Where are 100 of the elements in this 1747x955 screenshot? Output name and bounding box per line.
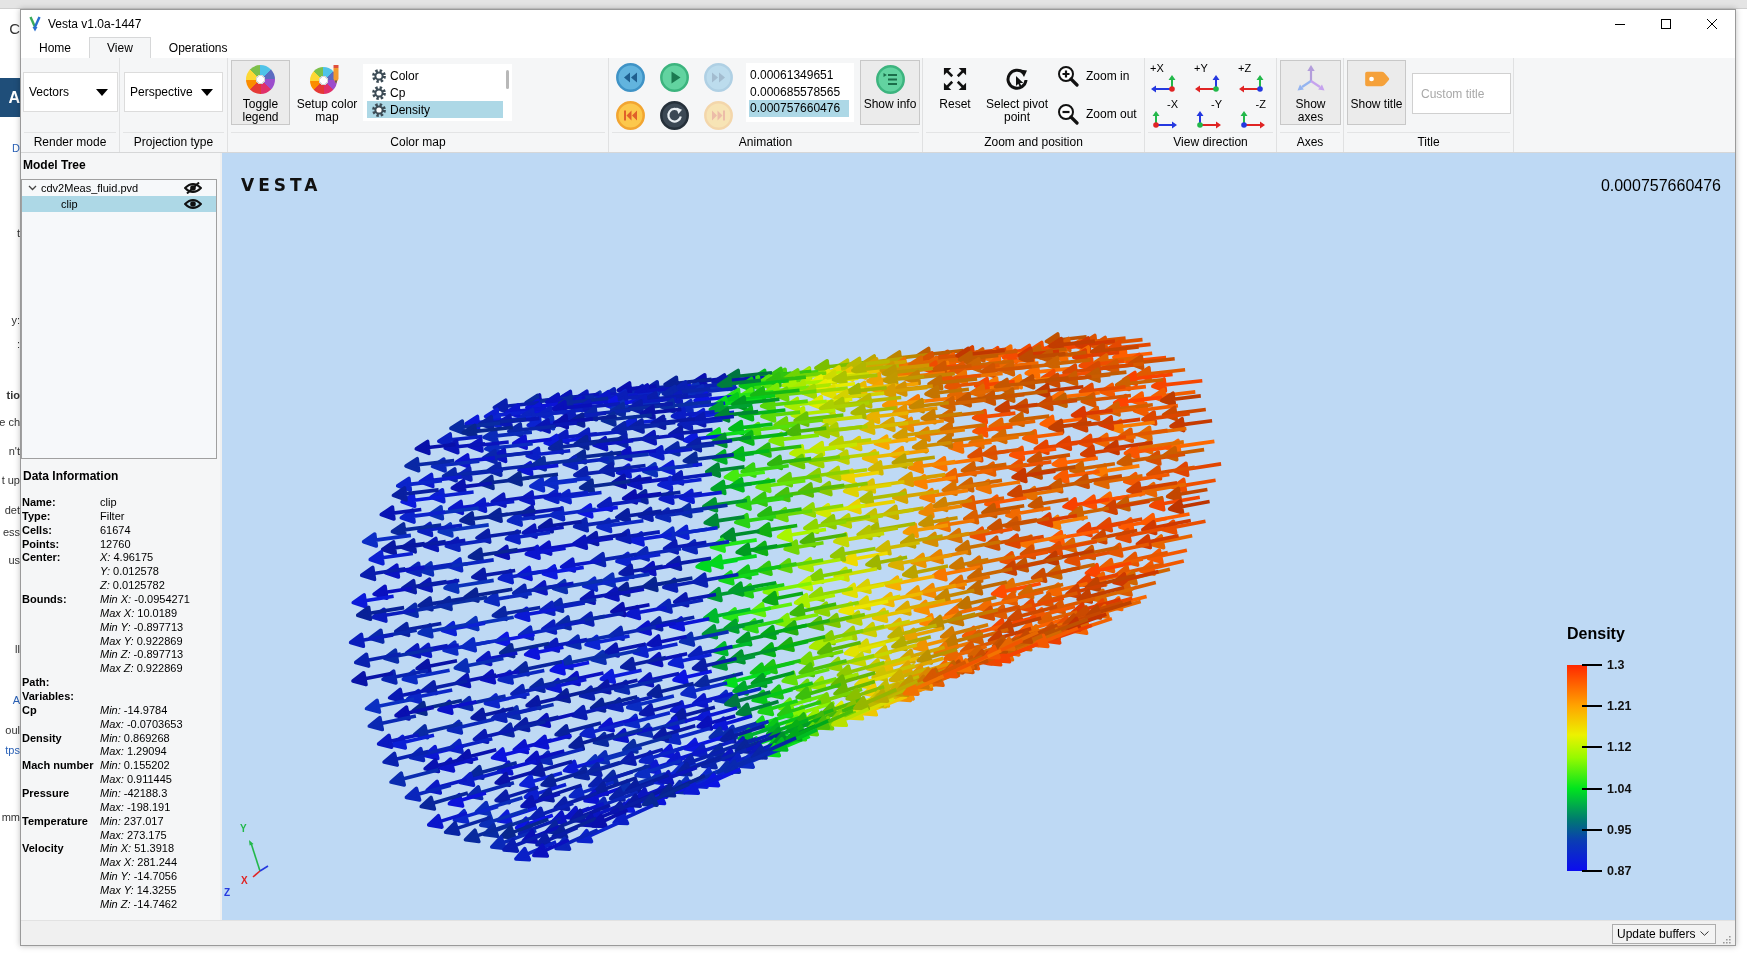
background-text-fragment: A — [0, 78, 20, 117]
color-variable-item[interactable]: Density — [367, 101, 503, 118]
info-value: Min: -42188.3 — [100, 787, 169, 801]
info-value: Y: 0.012578 — [100, 565, 160, 580]
zoom-in-button[interactable]: Zoom in — [1057, 61, 1137, 91]
select-pivot-button[interactable]: Select pivot point — [983, 60, 1051, 125]
info-label: Temperature — [22, 814, 89, 829]
panel-heading: Model Tree — [22, 157, 87, 174]
window-title: Vesta v1.0a-1447 — [48, 16, 142, 31]
close-icon — [1707, 18, 1717, 29]
eye-slash-icon[interactable] — [184, 182, 202, 194]
background-text-fragment: C — [9, 21, 20, 37]
view-direction-button[interactable]: +Z — [1234, 62, 1270, 94]
resize-grip-icon[interactable] — [1721, 934, 1731, 944]
color-map-setup-button[interactable]: Setup color map — [293, 60, 361, 125]
time-readout: 0.000757660476 — [1600, 176, 1721, 196]
background-text-fragment: D — [12, 141, 20, 156]
info-value: Min: 237.017 — [100, 814, 165, 829]
info-label: Path: — [22, 676, 51, 691]
projection-type-dropdown[interactable]: Perspective — [124, 72, 223, 112]
info-value: Min: -14.9784 — [100, 703, 169, 718]
zoom-out-button[interactable]: Zoom out — [1057, 99, 1137, 129]
background-text-fragment: ess — [2, 525, 20, 540]
color-variable-item[interactable]: Cp — [367, 84, 503, 101]
orientation-axes-drawing — [248, 839, 270, 879]
tree-item[interactable]: cdv2Meas_fluid.pvd — [22, 180, 216, 196]
timestep-item[interactable]: 0.000757660476 — [749, 100, 849, 117]
tree-item[interactable]: clip — [22, 196, 216, 212]
info-value: Max Y: 0.922869 — [100, 634, 184, 649]
timestep-item[interactable]: 0.00061349651 — [746, 67, 849, 84]
info-value: Max Y: 14.3255 — [100, 884, 178, 898]
skip-to-start-button[interactable] — [616, 101, 645, 130]
rewind-icon — [616, 63, 645, 92]
app-logo-text: VESTA — [241, 175, 322, 195]
info-label: Density — [22, 731, 63, 746]
background-text-fragment: : — [16, 337, 20, 352]
info-label: Velocity — [22, 842, 65, 857]
rotate-cursor-icon — [1004, 66, 1030, 92]
background-text-fragment: ll — [15, 642, 20, 657]
reset-button[interactable]: Reset — [933, 60, 977, 125]
eye-icon[interactable] — [184, 198, 202, 210]
view-direction-button[interactable]: -Y — [1190, 98, 1226, 130]
info-label: Mach number — [22, 759, 95, 774]
legend-tick-mark — [1582, 869, 1602, 872]
info-value: 12760 — [100, 537, 132, 552]
info-value: Filter — [100, 509, 126, 524]
custom-title-input[interactable]: Custom title — [1412, 73, 1511, 114]
3d-viewport[interactable]: VESTA 0.000757660476 Density 1.3 1.21 1.12 1.04 0.95 0.87 Y X Z — [222, 153, 1735, 920]
zoom-in-icon — [1057, 65, 1079, 87]
ribbon-group-label: Animation — [612, 132, 919, 152]
chevron-icon[interactable] — [28, 185, 37, 191]
update-buffers-dropdown[interactable]: Update buffers — [1612, 923, 1716, 944]
info-value: Min Z: -0.897713 — [100, 648, 185, 663]
play-button[interactable] — [660, 63, 689, 92]
background-text-fragment: oul — [5, 723, 20, 738]
loop-button[interactable] — [660, 101, 689, 130]
rewind-button[interactable] — [616, 63, 645, 92]
info-value: Min X: -0.0954271 — [100, 593, 191, 607]
info-value: Min Y: -0.897713 — [100, 620, 185, 635]
render-mode-dropdown[interactable]: Vectors — [23, 72, 118, 112]
ribbon-group-label: Color map — [231, 132, 605, 152]
legend-tick-label: 1.21 — [1607, 699, 1632, 714]
toggle-legend-button[interactable]: Toggle legend — [231, 60, 290, 125]
timestep-item[interactable]: 0.000685578565 — [746, 83, 849, 100]
info-value: Max: -198.191 — [100, 800, 172, 815]
show-info-button[interactable]: Show info — [860, 60, 920, 125]
legend-title: Density — [1567, 624, 1626, 644]
info-value: Max: 273.175 — [100, 828, 168, 843]
gear-icon — [372, 102, 386, 117]
background-text-fragment: mm — [1, 810, 20, 825]
tag-icon — [1362, 69, 1391, 89]
info-label: Bounds: — [22, 593, 68, 607]
view-direction-button[interactable]: -X — [1146, 98, 1182, 130]
background-text-fragment: tps — [5, 743, 20, 758]
info-value: Z: 0.0125782 — [100, 579, 166, 593]
background-text-fragment: y: — [11, 313, 20, 328]
info-label: Center: — [22, 551, 62, 566]
ribbon-tab[interactable]: View — [89, 37, 151, 58]
view-direction-button[interactable]: +X — [1146, 62, 1182, 94]
color-variable-item[interactable]: Color — [367, 67, 503, 84]
dropdown-triangle-icon — [201, 88, 213, 96]
info-value: Min Y: -14.7056 — [100, 870, 179, 885]
background-text-fragment: us — [8, 553, 20, 568]
show-title-button[interactable]: Show title — [1347, 60, 1406, 125]
skip-to-end-icon — [704, 101, 733, 130]
ribbon-tab[interactable]: Home — [21, 37, 89, 58]
show-axes-button[interactable]: Show axes — [1280, 60, 1341, 125]
view-direction-button[interactable]: -Z — [1234, 98, 1270, 130]
info-value: Max: 0.911445 — [100, 773, 173, 788]
ribbon-group-label: Projection type — [123, 132, 224, 152]
axis-label: Y — [240, 823, 247, 835]
background-text-fragment: n't — [8, 444, 20, 459]
scrollbar-thumb[interactable] — [506, 70, 509, 89]
ribbon-tab[interactable]: Operations — [150, 37, 246, 58]
view-direction-button[interactable]: +Y — [1190, 62, 1226, 94]
axis-label: X — [241, 875, 248, 887]
expand-arrows-icon — [943, 67, 967, 91]
ribbon-group-label: View direction — [1148, 132, 1273, 152]
legend-tick-label: 1.3 — [1607, 658, 1625, 672]
info-value: Min Z: -14.7462 — [100, 897, 179, 912]
